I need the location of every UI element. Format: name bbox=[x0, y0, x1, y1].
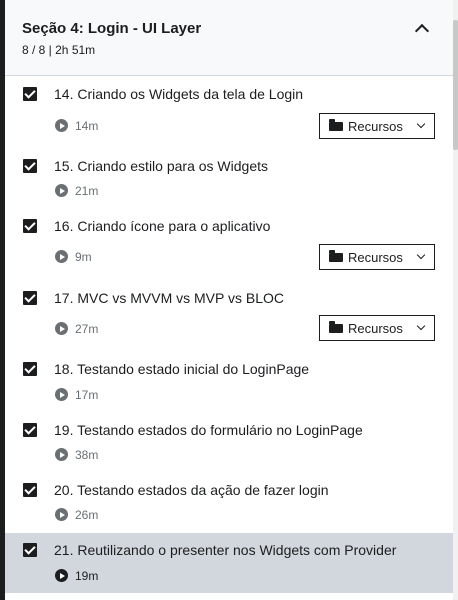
lecture-duration: 17m bbox=[75, 388, 99, 402]
section-title: Seção 4: Login - UI Layer bbox=[22, 20, 202, 37]
completed-checkbox[interactable] bbox=[23, 87, 37, 101]
section-progress: 8 / 8 | 2h 51m bbox=[22, 43, 96, 57]
section-header[interactable]: Seção 4: Login - UI Layer 8 / 8 | 2h 51m bbox=[5, 0, 453, 76]
play-icon bbox=[55, 508, 68, 521]
lecture-item[interactable]: 20. Testando estados da ação de fazer lo… bbox=[5, 473, 453, 533]
lecture-duration: 38m bbox=[75, 448, 99, 462]
scrollbar-thumb[interactable] bbox=[453, 20, 458, 150]
lecture-duration: 9m bbox=[75, 250, 92, 264]
lecture-title: 18. Testando estado inicial do LoginPage bbox=[54, 361, 310, 377]
lecture-title: 15. Criando estilo para os Widgets bbox=[54, 158, 268, 174]
lecture-item[interactable]: 18. Testando estado inicial do LoginPage… bbox=[5, 351, 453, 413]
course-content-panel: Seção 4: Login - UI Layer 8 / 8 | 2h 51m… bbox=[5, 0, 453, 600]
scrollbar[interactable] bbox=[453, 0, 458, 600]
folder-icon bbox=[329, 321, 343, 333]
folder-icon bbox=[329, 250, 343, 262]
chevron-down-icon bbox=[416, 250, 426, 260]
play-icon bbox=[55, 184, 68, 197]
chevron-down-icon bbox=[416, 119, 426, 129]
lecture-title: 20. Testando estados da ação de fazer lo… bbox=[54, 482, 329, 498]
completed-checkbox[interactable] bbox=[23, 543, 37, 557]
lecture-duration: 26m bbox=[75, 508, 99, 522]
lecture-duration: 19m bbox=[75, 569, 99, 583]
folder-icon bbox=[329, 119, 343, 131]
lecture-title: 16. Criando ícone para o aplicativo bbox=[54, 218, 271, 234]
play-icon bbox=[55, 448, 68, 461]
play-icon bbox=[55, 322, 68, 335]
chevron-down-icon bbox=[416, 321, 426, 331]
completed-checkbox[interactable] bbox=[23, 362, 37, 376]
play-icon bbox=[55, 388, 68, 401]
lecture-title: 14. Criando os Widgets da tela de Login bbox=[54, 86, 304, 102]
lecture-item[interactable]: 17. MVC vs MVVM vs MVP vs BLOC 27m Recur… bbox=[5, 281, 453, 351]
resources-button[interactable]: Recursos bbox=[319, 315, 435, 341]
lecture-item[interactable]: 15. Criando estilo para os Widgets 21m bbox=[5, 148, 453, 208]
lecture-item[interactable]: 19. Testando estados do formulário no Lo… bbox=[5, 413, 453, 473]
play-icon bbox=[55, 250, 68, 263]
lecture-item[interactable]: 14. Criando os Widgets da tela de Login … bbox=[5, 76, 453, 148]
resources-button[interactable]: Recursos bbox=[319, 244, 435, 270]
play-icon bbox=[55, 119, 68, 132]
completed-checkbox[interactable] bbox=[23, 291, 37, 305]
lecture-item-active[interactable]: 21. Reutilizando o presenter nos Widgets… bbox=[5, 533, 453, 593]
completed-checkbox[interactable] bbox=[23, 159, 37, 173]
completed-checkbox[interactable] bbox=[23, 219, 37, 233]
resources-label: Recursos bbox=[348, 321, 403, 336]
lecture-item[interactable]: 16. Criando ícone para o aplicativo 9m R… bbox=[5, 208, 453, 281]
resources-label: Recursos bbox=[348, 119, 403, 134]
chevron-up-icon[interactable] bbox=[414, 23, 430, 39]
lecture-duration: 27m bbox=[75, 322, 99, 336]
lecture-title: 19. Testando estados do formulário no Lo… bbox=[54, 422, 363, 438]
play-icon bbox=[55, 569, 68, 582]
lecture-title: 17. MVC vs MVVM vs MVP vs BLOC bbox=[54, 290, 285, 306]
completed-checkbox[interactable] bbox=[23, 483, 37, 497]
lecture-title: 21. Reutilizando o presenter nos Widgets… bbox=[54, 542, 397, 558]
resources-label: Recursos bbox=[348, 250, 403, 265]
lecture-duration: 21m bbox=[75, 184, 99, 198]
completed-checkbox[interactable] bbox=[23, 423, 37, 437]
resources-button[interactable]: Recursos bbox=[319, 113, 435, 139]
lecture-duration: 14m bbox=[75, 119, 99, 133]
